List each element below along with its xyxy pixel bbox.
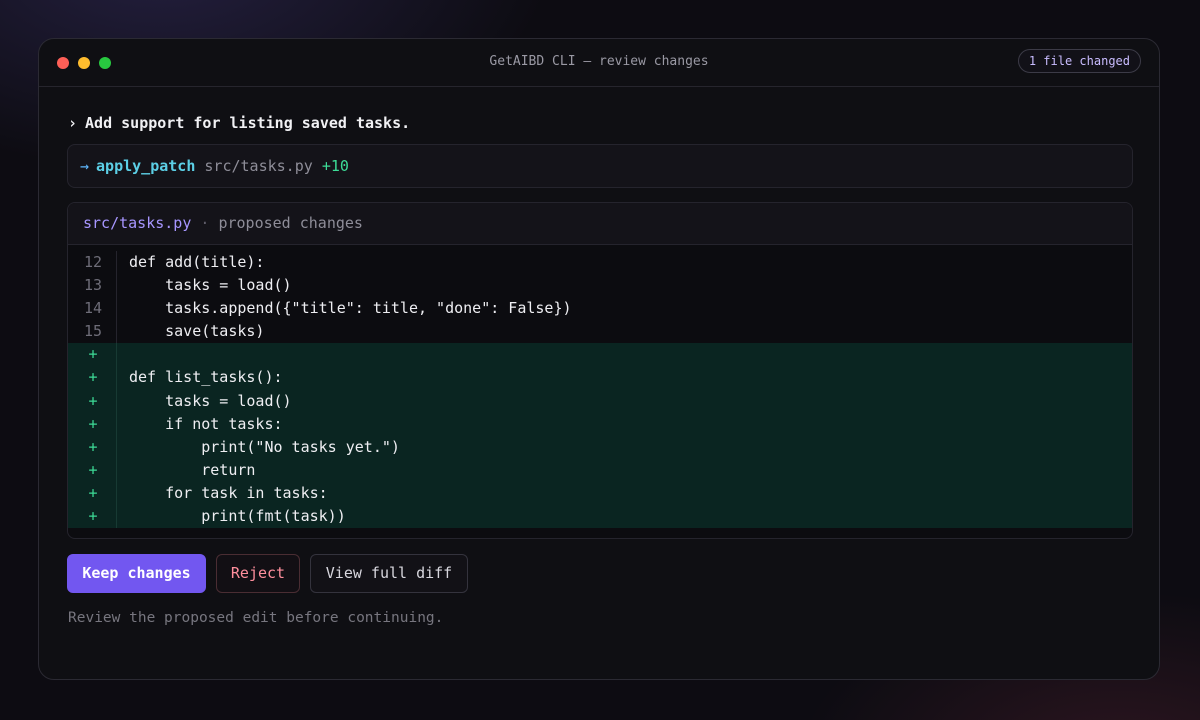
code-text: print(fmt(task)) [129,507,346,526]
diff-line-context: 12 def add(title): [68,251,1132,275]
added-line-marker: + [68,435,117,459]
added-line-marker: + [68,412,117,436]
diff-line-added: + for task in tasks: [68,481,1132,506]
diff-description: proposed changes [218,214,363,232]
added-line-marker: + [68,481,117,506]
tool-call-row: → apply_patch src/tasks.py +10 [67,144,1133,188]
prompt-text: Add support for listing saved tasks. [85,114,411,132]
diff-line-context: 13 tasks = load() [68,274,1132,298]
diff-line-added: + [68,343,1132,367]
review-hint: Review the proposed edit before continui… [68,610,444,626]
keep-changes-button[interactable]: Keep changes [67,554,206,593]
action-bar: Keep changes Reject View full diff [67,554,468,593]
code-text: if not tasks: [129,414,283,433]
added-line-marker: + [68,366,117,390]
user-prompt: › Add support for listing saved tasks. [68,114,410,132]
window-title: GetAIBD CLI — review changes [489,54,709,69]
added-line-marker: + [68,505,117,529]
line-number: 12 [68,251,117,275]
added-line-marker: + [68,343,117,367]
lines-added-count: +10 [321,157,349,175]
code-text: for task in tasks: [129,483,328,502]
diff-file-name: src/tasks.py [83,214,192,232]
reject-button[interactable]: Reject [216,554,300,593]
prompt-caret-icon: › [68,114,78,132]
diff-header-separator: · [200,214,210,232]
diff-code: 12 def add(title): 13 tasks = load() 14 tas… [68,245,1132,529]
code-text: return [129,460,256,479]
diff-line-added: + print(fmt(task)) [68,505,1132,529]
code-text: def list_tasks(): [129,368,283,387]
code-text: def add(title): [129,253,265,271]
line-number: 14 [68,297,117,321]
diff-line-context: 15 save(tasks) [68,320,1132,344]
line-number: 13 [68,274,117,298]
diff-line-added: + def list_tasks(): [68,366,1132,390]
diff-line-added: + tasks = load() [68,389,1132,413]
added-line-marker: + [68,458,117,482]
code-text: tasks.append({"title": title, "done": Fa… [129,299,572,318]
diff-line-context: 14 tasks.append({"title": title, "done":… [68,297,1132,321]
tool-name: apply_patch [96,157,196,175]
diff-panel: src/tasks.py · proposed changes 12 def ad… [67,202,1133,539]
added-line-marker: + [68,389,117,413]
diff-line-added: + if not tasks: [68,412,1132,436]
code-text: print("No tasks yet.") [129,437,400,456]
code-text: tasks = load() [129,276,292,295]
terminal-window: GetAIBD CLI — review changes 1 file chan… [38,38,1160,680]
title-bar: GetAIBD CLI — review changes 1 file chan… [39,39,1159,87]
line-number: 15 [68,320,117,344]
tool-target-path: src/tasks.py [204,157,313,175]
view-full-diff-button[interactable]: View full diff [310,554,468,593]
files-changed-badge: 1 file changed [1017,49,1141,73]
diff-header: src/tasks.py · proposed changes [68,203,1132,245]
code-text: save(tasks) [129,322,265,341]
code-text: tasks = load() [129,391,292,410]
diff-line-added: + return [68,458,1132,482]
arrow-right-icon: → [80,157,90,175]
diff-line-added: + print("No tasks yet.") [68,435,1132,459]
